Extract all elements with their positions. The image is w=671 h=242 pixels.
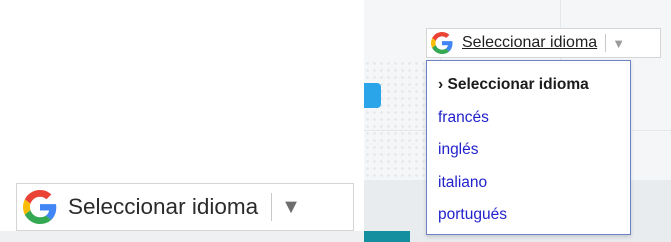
language-selector-label[interactable]: Seleccionar idioma [462,34,597,52]
language-dropdown-menu: › Seleccionar idioma francés inglés ital… [426,60,631,235]
menu-item-french[interactable]: francés [427,102,630,135]
menu-item-label: Seleccionar idioma [447,76,589,93]
selected-indicator: › [438,76,444,93]
language-selector-label: Seleccionar idioma [68,194,259,219]
google-g-icon [431,32,453,54]
separator [605,34,607,52]
menu-item-select-language[interactable]: › Seleccionar idioma [427,69,630,102]
menu-item-portuguese[interactable]: portugués [427,199,630,232]
dropdown-arrow-icon[interactable]: ▼ [612,37,625,50]
google-g-icon [23,190,57,224]
background-blue-chip [364,83,381,108]
background-bottom-strip [0,231,364,242]
language-selector-large[interactable]: Seleccionar idioma ▼ [16,183,354,231]
menu-item-english[interactable]: inglés [427,134,630,167]
language-selector-small[interactable]: Seleccionar idioma ▼ [426,28,661,58]
background-teal-bar [364,231,410,242]
menu-item-italian[interactable]: italiano [427,167,630,200]
dropdown-arrow-icon[interactable]: ▼ [281,197,301,217]
separator [271,193,273,221]
